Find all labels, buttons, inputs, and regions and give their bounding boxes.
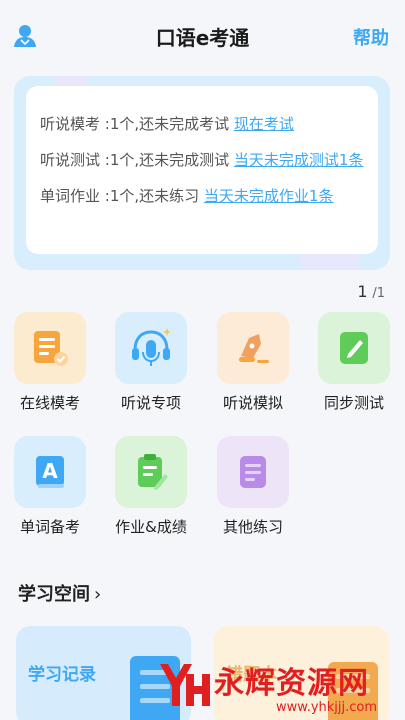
tile-label: 同步测试 — [323, 394, 384, 412]
notice-text: 听说模考 :1个,还未完成考试 — [40, 115, 234, 133]
pager-current: 1 — [357, 282, 368, 301]
header: 口语e考通 帮助 — [0, 0, 405, 70]
pager: 1 /1 — [357, 282, 385, 301]
help-button[interactable]: 帮助 — [353, 24, 389, 50]
watermark-url: www.yhkjjj.com — [276, 700, 378, 715]
tile-label: 听说专项 — [120, 394, 181, 412]
tile-word-prep[interactable]: A 单词备考 — [5, 436, 95, 537]
chevron-right-icon: › — [94, 584, 102, 605]
notice-line: 单词作业 :1个,还未练习 当天未完成作业1条 — [40, 184, 364, 208]
clipboard-icon — [115, 436, 187, 508]
headset-microphone-icon — [115, 312, 187, 384]
pen-nib-icon — [217, 312, 289, 384]
exam-paper-icon — [14, 312, 86, 384]
tile-online-exam[interactable]: 在线模考 — [5, 312, 95, 413]
notice-panel: 听说模考 :1个,还未完成考试 现在考试 听说测试 :1个,还未完成测试 当天未… — [14, 76, 390, 270]
notice-line: 听说模考 :1个,还未完成考试 现在考试 — [40, 112, 364, 136]
notice-link[interactable]: 当天未完成作业1条 — [204, 187, 334, 205]
page-title: 口语e考通 — [155, 26, 250, 50]
notice-card: 听说模考 :1个,还未完成考试 现在考试 听说测试 :1个,还未完成测试 当天未… — [26, 86, 378, 254]
svg-text:A: A — [42, 459, 58, 483]
letter-a-book-icon: A — [14, 436, 86, 508]
tile-label: 在线模考 — [19, 394, 80, 412]
pager-total: /1 — [372, 286, 385, 301]
tile-label: 听说模拟 — [222, 394, 283, 412]
document-lines-icon — [217, 436, 289, 508]
tile-label: 单词备考 — [19, 518, 80, 536]
notebook-pencil-icon — [318, 312, 390, 384]
notice-link[interactable]: 现在考试 — [234, 115, 294, 133]
watermark-logo-icon — [160, 664, 210, 706]
notice-line: 听说测试 :1个,还未完成测试 当天未完成测试1条 — [40, 148, 364, 172]
tile-listening-mock[interactable]: 听说模拟 — [208, 312, 298, 413]
tile-other-practice[interactable]: 其他练习 — [208, 436, 298, 537]
tile-label: 作业&成绩 — [115, 518, 187, 536]
notice-text: 单词作业 :1个,还未练习 — [40, 187, 204, 205]
watermark-text: 永辉资源网 — [214, 666, 369, 701]
study-space-link[interactable]: 学习空间 › — [18, 580, 101, 606]
tile-listening-speaking[interactable]: 听说专项 — [106, 312, 196, 413]
tile-homework-scores[interactable]: 作业&成绩 — [106, 436, 196, 537]
watermark: 永辉资源网 www.yhkjjj.com — [156, 656, 396, 718]
notice-link[interactable]: 当天未完成测试1条 — [234, 151, 364, 169]
notice-text: 听说测试 :1个,还未完成测试 — [40, 151, 234, 169]
section-title-text: 学习空间 — [18, 584, 90, 605]
card-title: 学习记录 — [28, 665, 96, 685]
tile-sync-test[interactable]: 同步测试 — [309, 312, 399, 413]
tile-label: 其他练习 — [222, 518, 283, 536]
